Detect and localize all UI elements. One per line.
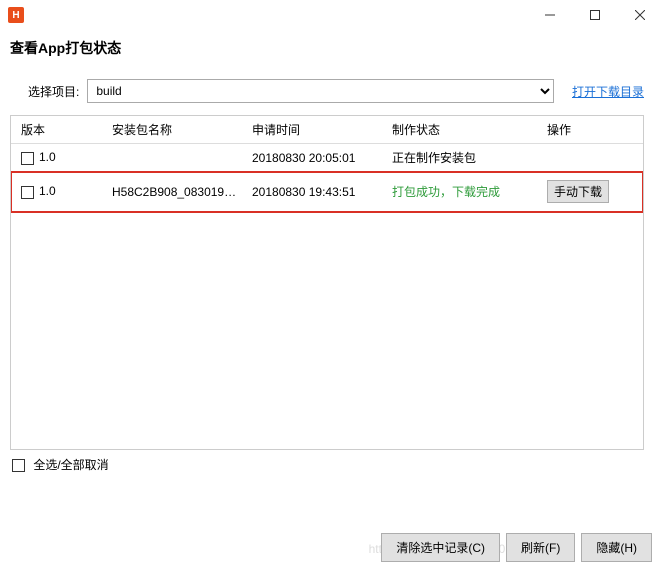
project-label: 选择项目: — [28, 83, 79, 100]
cell-time: 20180830 20:05:01 — [246, 151, 386, 165]
titlebar: H — [0, 0, 662, 30]
close-button[interactable] — [617, 0, 662, 30]
clear-selected-button[interactable]: 清除选中记录(C) — [381, 533, 500, 562]
app-icon: H — [8, 7, 24, 23]
cell-time: 20180830 19:43:51 — [246, 185, 386, 199]
select-all-checkbox[interactable] — [12, 459, 25, 472]
table-body: 1.020180830 20:05:01正在制作安装包1.0H58C2B908_… — [11, 144, 643, 212]
table-header: 版本 安装包名称 申请时间 制作状态 操作 — [11, 116, 643, 144]
table-row[interactable]: 1.0H58C2B908_0830194348.a...20180830 19:… — [11, 172, 643, 212]
minimize-button[interactable] — [527, 0, 572, 30]
project-select[interactable]: build — [87, 79, 554, 103]
cell-version: 1.0 — [11, 184, 106, 198]
window-controls — [527, 0, 662, 30]
cell-status: 正在制作安装包 — [386, 149, 541, 166]
page-title: 查看App打包状态 — [0, 30, 662, 73]
col-time: 申请时间 — [246, 121, 386, 138]
col-package: 安装包名称 — [106, 121, 246, 138]
open-download-dir-link[interactable]: 打开下载目录 — [572, 83, 644, 100]
cell-version: 1.0 — [11, 150, 106, 164]
row-checkbox[interactable] — [21, 152, 34, 165]
row-checkbox[interactable] — [21, 186, 34, 199]
col-status: 制作状态 — [386, 121, 541, 138]
build-table: 版本 安装包名称 申请时间 制作状态 操作 1.0 20180830 20:05:… — [10, 115, 644, 450]
project-select-row: 选择项目: build 打开下载目录 — [0, 73, 662, 111]
cell-package: H58C2B908_0830194348.a... — [106, 185, 246, 199]
col-operation: 操作 — [541, 121, 643, 138]
cell-status: 打包成功，下载完成 — [386, 183, 541, 200]
footer-buttons: 清除选中记录(C) 刷新(F) 隐藏(H) — [381, 533, 652, 562]
table-row[interactable]: 1.0 20180830 20:05:01正在制作安装包 — [11, 144, 643, 172]
manual-download-button[interactable]: 手动下载 — [547, 180, 609, 203]
col-version: 版本 — [11, 121, 106, 138]
cell-operation: 手动下载 — [541, 180, 643, 203]
maximize-button[interactable] — [572, 0, 617, 30]
hide-button[interactable]: 隐藏(H) — [581, 533, 652, 562]
select-all-label: 全选/全部取消 — [33, 458, 108, 472]
select-all-row: 全选/全部取消 — [0, 450, 662, 473]
refresh-button[interactable]: 刷新(F) — [506, 533, 575, 562]
